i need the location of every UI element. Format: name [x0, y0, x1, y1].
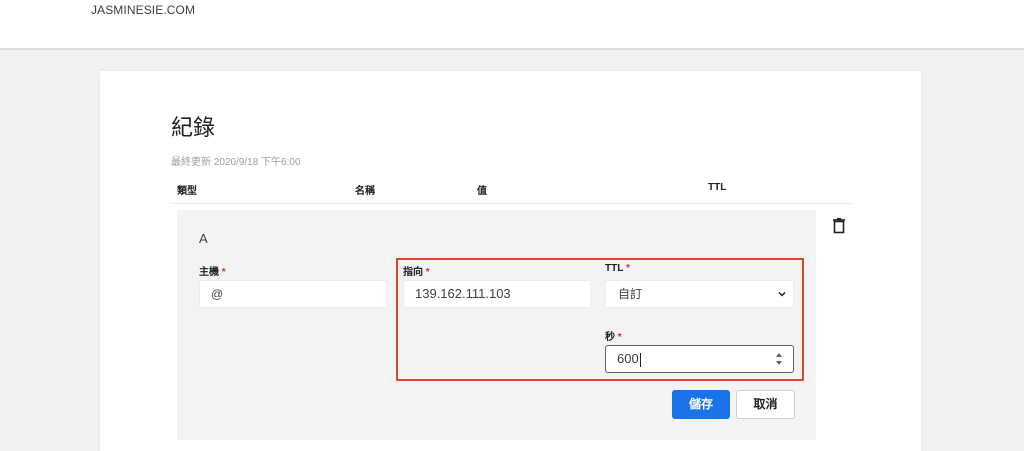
site-name[interactable]: JASMINESIE.COM — [91, 3, 195, 17]
top-bar: JASMINESIE.COM — [0, 0, 1024, 50]
save-button[interactable]: 儲存 — [672, 390, 730, 419]
column-header-ttl: TTL — [708, 182, 727, 193]
trash-icon — [833, 218, 845, 234]
column-header-type: 類型 — [177, 186, 197, 197]
last-updated-text: 最終更新 2020/9/18 下午6:00 — [171, 157, 301, 168]
delete-record-button[interactable] — [830, 216, 848, 234]
host-label: 主機 * — [199, 263, 226, 278]
required-mark: * — [221, 267, 226, 278]
cancel-button[interactable]: 取消 — [736, 390, 795, 419]
header-divider — [171, 203, 851, 204]
column-header-name: 名稱 — [355, 186, 375, 197]
host-label-text: 主機 — [199, 267, 219, 278]
host-input[interactable]: @ — [199, 280, 387, 308]
column-header-value: 值 — [477, 186, 487, 197]
page-title: 紀錄 — [171, 115, 216, 140]
highlight-annotation — [396, 258, 804, 381]
record-type: A — [199, 231, 208, 246]
